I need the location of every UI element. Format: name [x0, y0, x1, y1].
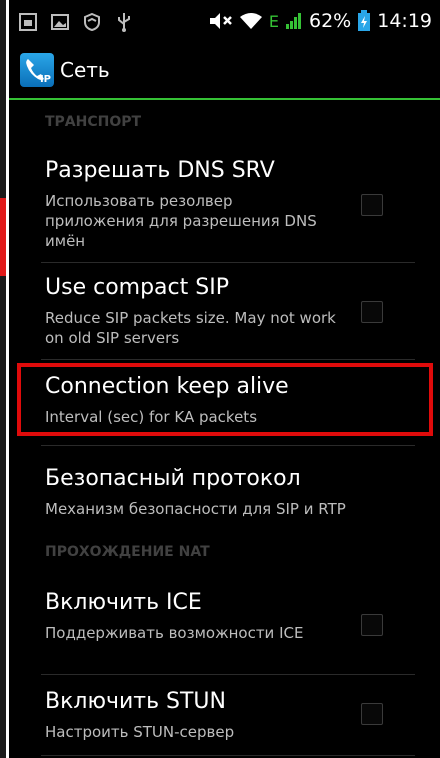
- left-edge-red-mark: [0, 198, 6, 276]
- usb-icon: [118, 13, 130, 32]
- pref-secure-protocol[interactable]: Безопасный протокол Механизм безопасност…: [9, 446, 440, 530]
- highlight-frame: [17, 363, 433, 436]
- pref-summary: Механизм безопасности для SIP и RTP: [45, 500, 346, 518]
- enable-ice-checkbox[interactable]: [361, 614, 383, 636]
- divider: [41, 755, 415, 756]
- pref-dns-srv[interactable]: Разрешать DNS SRV Использовать резолвер …: [9, 144, 440, 262]
- pref-summary: Использовать резолвер приложения для раз…: [45, 192, 317, 250]
- app-logo-icon[interactable]: IP: [20, 53, 54, 87]
- signal-icon: [286, 13, 301, 29]
- clock: 14:19: [377, 10, 432, 32]
- action-bar: IP Сеть: [9, 42, 440, 98]
- pref-summary: Поддерживать возможности ICE: [45, 624, 304, 642]
- gallery-icon: [51, 14, 69, 30]
- shield-icon: [84, 13, 100, 31]
- pref-enable-stun[interactable]: Включить STUN Настроить STUN-сервер: [9, 675, 440, 755]
- status-bar: E 62% 14:19: [9, 0, 440, 42]
- status-bar-notifications: [19, 10, 133, 34]
- compact-sip-checkbox[interactable]: [361, 301, 383, 323]
- wifi-icon: [239, 13, 262, 29]
- image-icon: [19, 13, 37, 31]
- pref-title: Разрешать DNS SRV: [45, 158, 275, 183]
- left-edge-strip: [0, 0, 9, 758]
- pref-enable-ice[interactable]: Включить ICE Поддерживать возможности IC…: [9, 574, 440, 674]
- page-title: Сеть: [60, 58, 110, 82]
- left-edge-dark: [0, 0, 6, 758]
- battery-icon: [358, 10, 371, 31]
- pref-title: Use compact SIP: [45, 275, 229, 300]
- app-logo-label: IP: [39, 74, 51, 85]
- pref-summary: Reduce SIP packets size. May not work on…: [45, 309, 336, 347]
- status-bar-system: E 62% 14:19: [209, 8, 432, 34]
- mute-icon: [209, 13, 232, 29]
- section-header-transport: ТРАНСПОРТ: [45, 114, 142, 130]
- section-header-nat: ПРОХОЖДЕНИЕ NAT: [45, 544, 210, 560]
- battery-percent: 62%: [309, 10, 352, 32]
- phone-screen: E 62% 14:19 IP Сеть ТРАНСПОРТ Разрешать …: [9, 0, 440, 758]
- dns-srv-checkbox[interactable]: [361, 194, 383, 216]
- enable-stun-checkbox[interactable]: [361, 703, 383, 725]
- pref-title: Включить ICE: [45, 590, 202, 615]
- network-type-label: E: [268, 11, 279, 31]
- pref-title: Безопасный протокол: [45, 466, 301, 491]
- pref-compact-sip[interactable]: Use compact SIP Reduce SIP packets size.…: [9, 263, 440, 359]
- pref-summary: Настроить STUN-сервер: [45, 723, 235, 741]
